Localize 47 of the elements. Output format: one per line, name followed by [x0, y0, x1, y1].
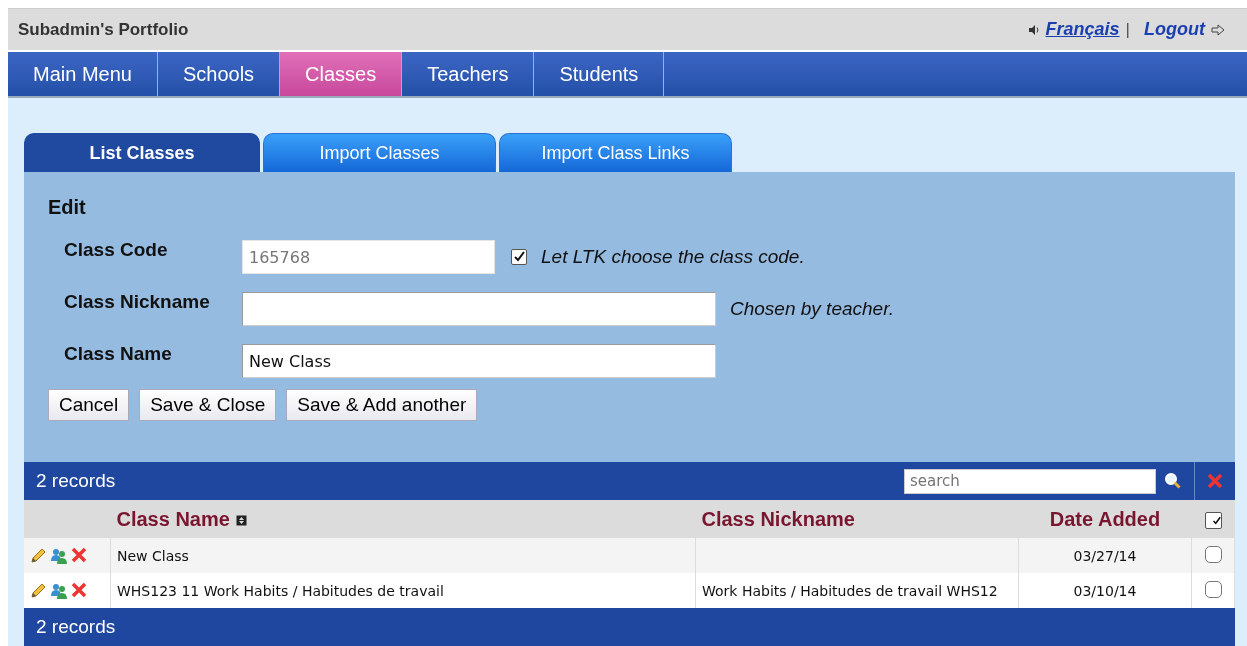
logout-link[interactable]: Logout — [1144, 19, 1205, 40]
column-header[interactable]: Class Nickname — [701, 507, 855, 530]
delete-icon[interactable] — [71, 581, 87, 598]
form-button[interactable]: Cancel — [48, 389, 130, 421]
table-cell: Work Habits / Habitudes de travail WHS12 — [702, 582, 998, 599]
portfolio-title: Subadmin's Portfolio — [18, 19, 189, 40]
column-header[interactable]: Class Name — [116, 507, 230, 530]
tab[interactable]: Import Class Links — [499, 133, 732, 172]
record-count: 2 records — [36, 616, 116, 638]
form-button[interactable]: Save & Add another — [286, 389, 478, 421]
delete-icon[interactable] — [71, 546, 87, 563]
checkbox-label: Let LTK choose the class code. — [541, 246, 805, 268]
table-cell: New Class — [117, 547, 189, 564]
record-count: 2 records — [36, 470, 116, 492]
form-heading: Edit — [48, 196, 87, 219]
search-field[interactable]: search — [904, 468, 1156, 494]
arrow-right-icon — [1211, 23, 1225, 36]
field-label: Class Name — [64, 342, 173, 365]
field-label: Class Nickname — [64, 290, 211, 313]
sort-icon[interactable] — [235, 514, 247, 526]
row-checkbox[interactable] — [1204, 580, 1222, 598]
check-icon — [1211, 515, 1221, 526]
column-header[interactable]: Date Added — [1049, 507, 1161, 530]
people-icon[interactable] — [50, 546, 68, 565]
select-all-checkbox[interactable] — [1204, 512, 1222, 529]
table-cell: 03/10/14 — [1073, 582, 1137, 599]
table-cell: 03/27/14 — [1073, 547, 1137, 564]
nav-tab[interactable]: Students — [534, 52, 665, 96]
nav-tab[interactable]: Classes — [280, 52, 403, 96]
pencil-icon[interactable] — [29, 546, 47, 565]
tab[interactable]: List Classes — [24, 133, 260, 172]
nav-tab[interactable]: Teachers — [402, 52, 535, 96]
language-link[interactable]: Français — [1045, 19, 1120, 40]
nav-tab[interactable]: Main Menu — [8, 52, 158, 96]
tab[interactable]: Import Classes — [263, 133, 496, 172]
field-label: Class Code — [64, 238, 169, 261]
table-cell: WHS123 11 Work Habits / Habitudes de travail — [117, 582, 444, 599]
row-checkbox[interactable] — [1204, 545, 1222, 563]
pencil-icon[interactable] — [29, 581, 47, 600]
link-separator: | — [1125, 19, 1130, 40]
form-button[interactable]: Save & Close — [139, 389, 277, 421]
text-field[interactable] — [242, 292, 716, 326]
speaker-icon — [1027, 23, 1040, 36]
field-note: Chosen by teacher. — [730, 298, 895, 320]
text-field[interactable]: New Class — [242, 344, 716, 378]
search-icon[interactable] — [1164, 472, 1182, 490]
people-icon[interactable] — [50, 581, 68, 600]
